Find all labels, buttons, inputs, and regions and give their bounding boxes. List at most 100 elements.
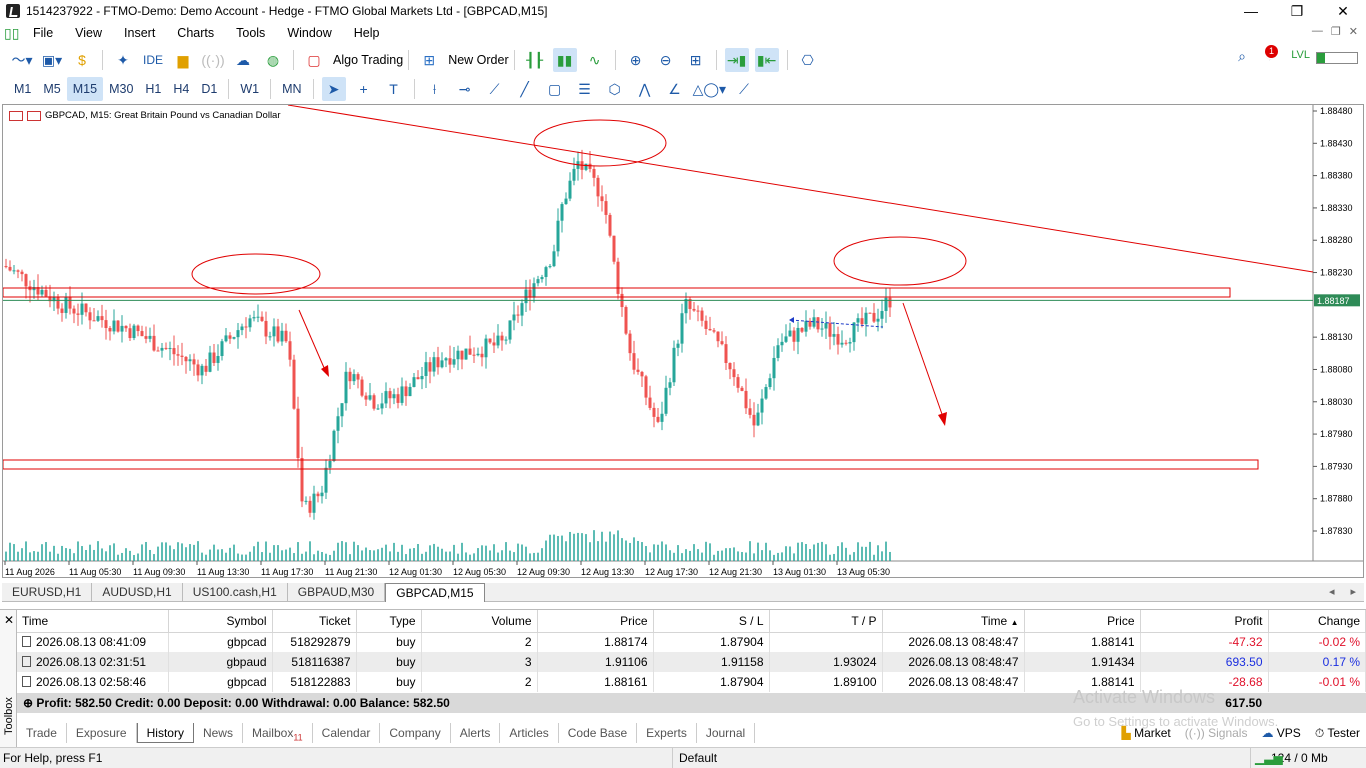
tab-mailbox[interactable]: Mailbox11 xyxy=(243,723,313,743)
chart-shift-icon[interactable]: ▮⇤ xyxy=(754,48,779,72)
menu-tools[interactable]: Tools xyxy=(225,22,276,44)
menu-view[interactable]: View xyxy=(64,22,113,44)
tab-articles[interactable]: Articles xyxy=(500,723,559,743)
vertical-line-icon[interactable]: ⟊ xyxy=(423,77,447,101)
tab-alerts[interactable]: Alerts xyxy=(451,723,501,743)
col-price[interactable]: Price xyxy=(537,610,654,633)
tf-mn[interactable]: MN xyxy=(276,77,307,101)
tab-calendar[interactable]: Calendar xyxy=(313,723,381,743)
menu-charts[interactable]: Charts xyxy=(166,22,225,44)
chart-menu-icon[interactable] xyxy=(9,110,23,121)
tile-windows-icon[interactable]: ⊞ xyxy=(684,48,708,72)
horizontal-line-icon[interactable]: ⊸ xyxy=(453,77,477,101)
table-row[interactable]: 2026.08.13 02:31:51 gbpaud 518116387 buy… xyxy=(17,652,1366,672)
chart-tab-gbpcad[interactable]: GBPCAD,M15 xyxy=(385,583,485,602)
chart-tab-eurusd[interactable]: EURUSD,H1 xyxy=(2,583,93,602)
tab-prev-icon[interactable]: ◂ xyxy=(1329,585,1335,598)
screenshot-icon[interactable]: ⎔ xyxy=(796,48,820,72)
tab-journal[interactable]: Journal xyxy=(697,723,756,743)
algo-trading-button[interactable]: Algo Trading xyxy=(333,53,403,67)
close-button[interactable]: ✕ xyxy=(1320,0,1366,22)
menu-insert[interactable]: Insert xyxy=(113,22,166,44)
new-order-button[interactable]: New Order xyxy=(448,53,508,67)
chart-type-icon[interactable]: 〜▾ xyxy=(10,48,34,72)
mdi-restore-icon[interactable]: ❐ xyxy=(1331,25,1341,38)
tab-company[interactable]: Company xyxy=(380,723,451,743)
market-lock-icon[interactable]: ▆ xyxy=(171,48,195,72)
tab-exposure[interactable]: Exposure xyxy=(67,723,137,743)
rectangle-icon[interactable]: ▢ xyxy=(543,77,567,101)
tf-h4[interactable]: H4 xyxy=(167,77,195,101)
toolbox-close-icon[interactable]: ✕ xyxy=(4,613,14,627)
tab-code-base[interactable]: Code Base xyxy=(559,723,638,743)
pitchfork-icon[interactable]: ⋀ xyxy=(633,77,657,101)
col-close-time[interactable]: Time ▲ xyxy=(882,610,1025,633)
channel-icon[interactable]: ⬡ xyxy=(603,77,627,101)
tab-next-icon[interactable]: ▸ xyxy=(1350,585,1356,598)
tf-m15[interactable]: M15 xyxy=(66,77,104,101)
ray-icon[interactable]: ╱ xyxy=(513,77,537,101)
line-chart-icon[interactable]: ∿ xyxy=(583,48,607,72)
shapes-icon[interactable]: △◯▾ xyxy=(693,77,726,101)
col-volume[interactable]: Volume xyxy=(421,610,538,633)
chart-tab-audusd[interactable]: AUDUSD,H1 xyxy=(92,583,183,602)
crosshair-icon[interactable]: + xyxy=(352,77,376,101)
chart-tab-gbpaud[interactable]: GBPAUD,M30 xyxy=(288,583,386,602)
ide-button[interactable]: IDE xyxy=(141,48,165,72)
tf-w1[interactable]: W1 xyxy=(234,77,265,101)
table-row[interactable]: 2026.08.13 02:58:46 gbpcad 518122883 buy… xyxy=(17,672,1366,692)
zoom-out-icon[interactable]: ⊖ xyxy=(654,48,678,72)
col-ticket[interactable]: Ticket xyxy=(272,610,357,633)
tf-m5[interactable]: M5 xyxy=(37,77,66,101)
market-watch-icon[interactable]: ▯▯ xyxy=(4,25,19,41)
table-row[interactable]: 2026.08.13 08:41:09 gbpcad 518292879 buy… xyxy=(17,632,1366,652)
mdi-minimize-icon[interactable]: — xyxy=(1312,25,1323,38)
menu-help[interactable]: Help xyxy=(343,22,391,44)
status-traffic[interactable]: ▁▃▅ 124 / 0 Mb xyxy=(1250,748,1328,768)
signal-icon[interactable]: ((·)) xyxy=(201,48,225,72)
tab-tester[interactable]: ⏱ Tester xyxy=(1315,726,1360,741)
chart-tab-us100[interactable]: US100.cash,H1 xyxy=(183,583,288,602)
tf-m30[interactable]: M30 xyxy=(103,77,139,101)
candlestick-icon[interactable]: ▮▮ xyxy=(552,48,577,72)
fibonacci-icon[interactable]: ☰ xyxy=(573,77,597,101)
status-profile[interactable]: Default xyxy=(672,748,972,768)
search-icon[interactable]: ⌕ xyxy=(1238,48,1246,65)
cursor-icon[interactable]: ➤ xyxy=(321,77,346,101)
globe-icon[interactable]: ◍ xyxy=(261,48,285,72)
menu-file[interactable]: File xyxy=(22,22,64,44)
tf-h1[interactable]: H1 xyxy=(139,77,167,101)
trendline-icon[interactable]: ⟋ xyxy=(483,77,507,101)
col-time[interactable]: Time xyxy=(17,610,169,633)
auto-scroll-icon[interactable]: ⇥▮ xyxy=(724,48,749,72)
level-icon[interactable]: LVL xyxy=(1291,49,1310,61)
chart-window[interactable]: 1.88480 1.88430 1.88380 1.88330 1.88280 1.882… xyxy=(2,104,1364,578)
experts-icon[interactable]: ✦ xyxy=(111,48,135,72)
col-type[interactable]: Type xyxy=(356,610,422,633)
zoom-in-icon[interactable]: ⊕ xyxy=(624,48,648,72)
tf-d1[interactable]: D1 xyxy=(195,77,223,101)
tab-news[interactable]: News xyxy=(194,723,243,743)
account-icon[interactable]: $ xyxy=(70,48,94,72)
minimize-button[interactable]: — xyxy=(1228,0,1274,22)
tab-trade[interactable]: Trade xyxy=(17,723,67,743)
algo-trading-icon[interactable]: ▢ xyxy=(302,48,326,72)
objects-icon[interactable]: ⟋ xyxy=(732,77,756,101)
tf-m1[interactable]: M1 xyxy=(8,77,37,101)
col-profit[interactable]: Profit xyxy=(1140,610,1269,633)
col-change[interactable]: Change xyxy=(1268,610,1366,633)
col-close-price[interactable]: Price xyxy=(1024,610,1141,633)
tab-history[interactable]: History xyxy=(136,723,194,743)
menu-window[interactable]: Window xyxy=(276,22,342,44)
text-tool-icon[interactable]: T xyxy=(382,77,406,101)
new-order-icon[interactable]: ⊞ xyxy=(417,48,441,72)
cloud-icon[interactable]: ☁ xyxy=(231,48,255,72)
col-sl[interactable]: S / L xyxy=(653,610,770,633)
price-chart[interactable]: 1.88480 1.88430 1.88380 1.88330 1.88280 1.882… xyxy=(3,105,1363,577)
mdi-close-icon[interactable]: ✕ xyxy=(1349,25,1358,38)
gann-icon[interactable]: ∠ xyxy=(663,77,687,101)
col-tp[interactable]: T / P xyxy=(769,610,883,633)
summary-expand-icon[interactable]: ⊕ xyxy=(23,696,33,710)
chart-symbol-icon[interactable] xyxy=(27,110,41,121)
col-symbol[interactable]: Symbol xyxy=(168,610,273,633)
